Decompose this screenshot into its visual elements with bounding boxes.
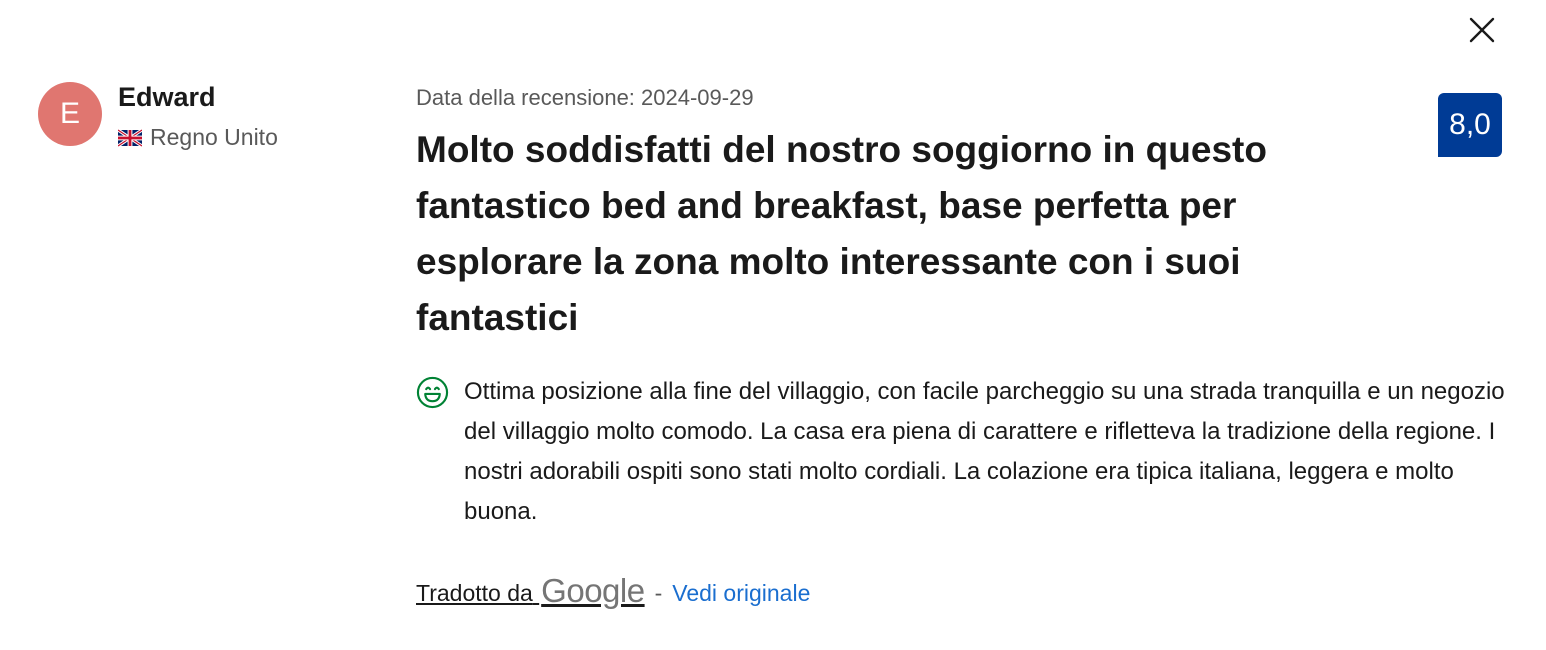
smiley-icon bbox=[416, 376, 449, 409]
review-dialog: E Edward Regno Unito Data della recensio… bbox=[0, 0, 1546, 650]
avatar: E bbox=[38, 82, 102, 146]
reviewer-details: Edward Regno Unito bbox=[118, 82, 278, 151]
translated-by-link[interactable]: Tradotto da Google bbox=[416, 572, 645, 612]
review-content: Data della recensione: 2024-09-29 Molto … bbox=[416, 84, 1416, 346]
reviewer-info: E Edward Regno Unito bbox=[38, 82, 278, 151]
close-icon bbox=[1469, 17, 1495, 43]
positive-comment: Ottima posizione alla fine del villaggio… bbox=[416, 372, 1506, 532]
uk-flag-icon bbox=[118, 128, 142, 147]
close-button[interactable] bbox=[1462, 10, 1502, 50]
review-date: Data della recensione: 2024-09-29 bbox=[416, 85, 754, 110]
review-title: Molto soddisfatti del nostro soggiorno i… bbox=[416, 129, 1267, 338]
separator: - bbox=[654, 579, 663, 606]
reviewer-country: Regno Unito bbox=[118, 124, 278, 151]
positive-text: Ottima posizione alla fine del villaggio… bbox=[464, 378, 1505, 525]
translated-by-label: Tradotto da bbox=[416, 579, 533, 606]
google-logo: Google bbox=[541, 572, 645, 609]
see-original-link[interactable]: Vedi originale bbox=[672, 580, 810, 607]
reviewer-name: Edward bbox=[118, 82, 216, 112]
translation-info: Tradotto da Google - Vedi originale bbox=[416, 572, 810, 612]
country-name: Regno Unito bbox=[150, 124, 278, 150]
score-badge: 8,0 bbox=[1438, 93, 1502, 157]
